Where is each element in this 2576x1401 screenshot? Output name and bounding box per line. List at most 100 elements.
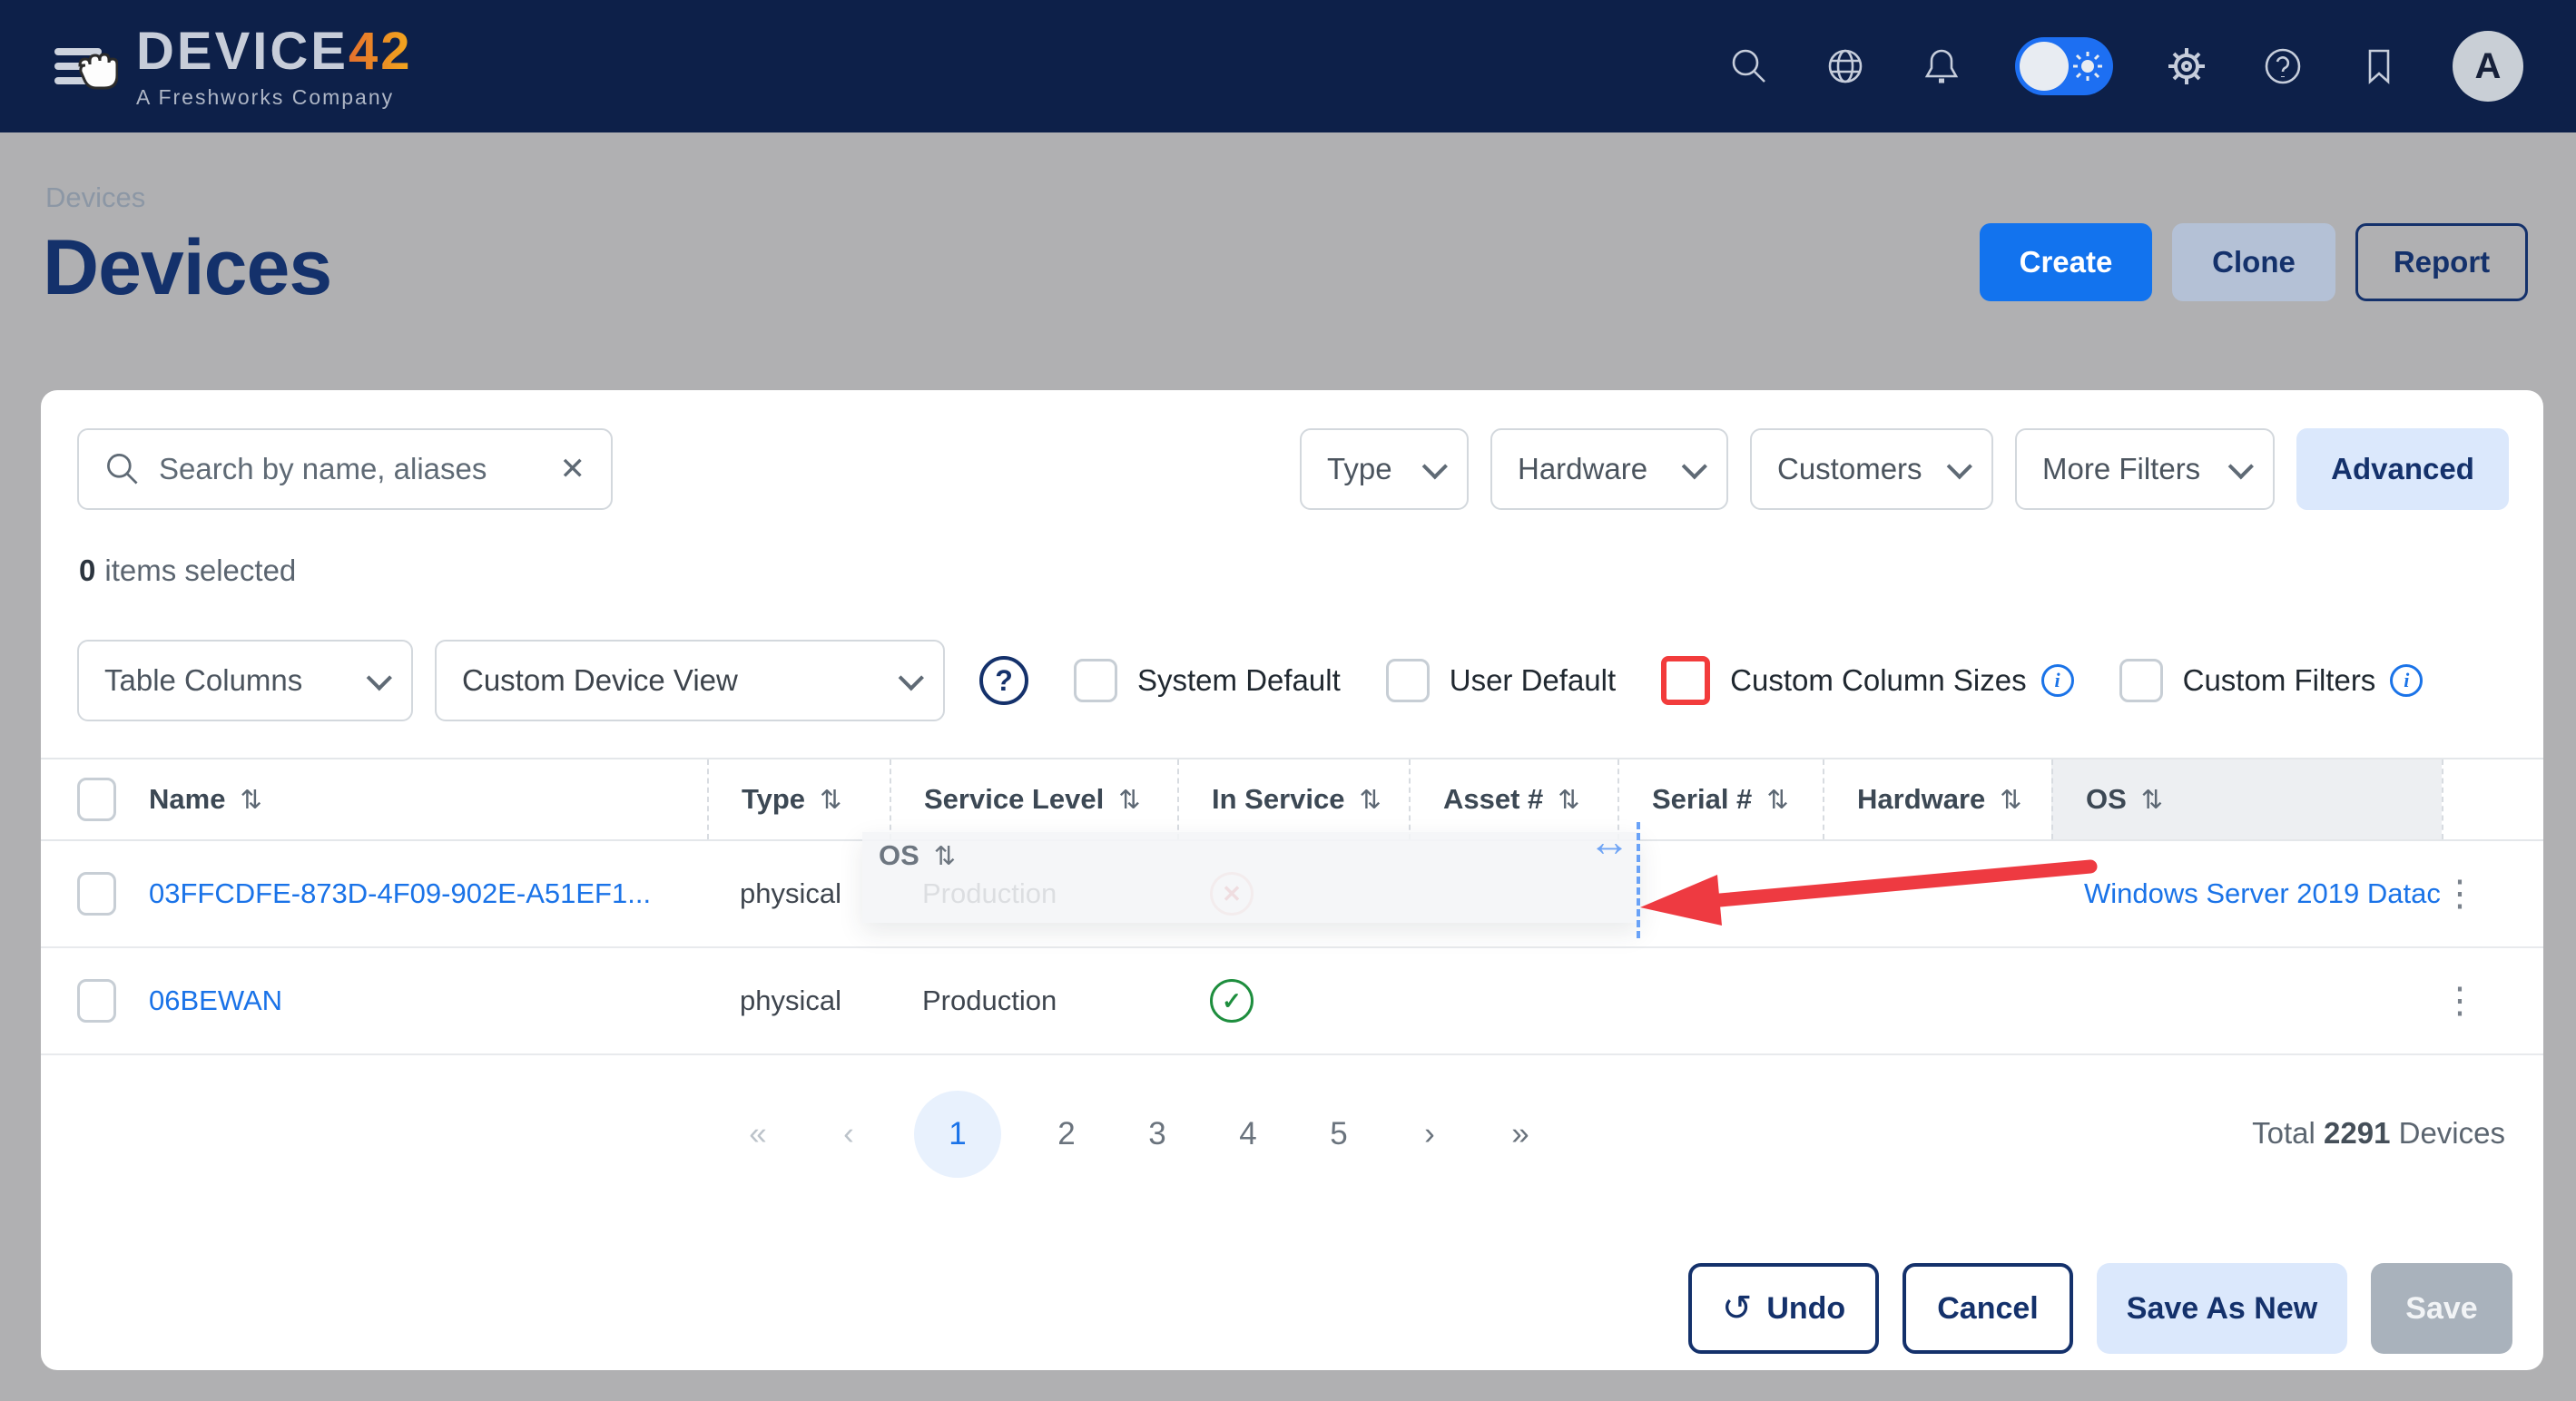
cell-os: [2051, 948, 2442, 1053]
user-default-checkbox[interactable]: [1386, 659, 1430, 702]
chevron-down-icon: [899, 665, 924, 691]
create-button[interactable]: Create: [1980, 223, 2152, 301]
logo-subtitle: A Freshworks Company: [136, 87, 412, 108]
undo-icon: ↺: [1722, 1288, 1753, 1329]
column-header-name[interactable]: Name⇅: [116, 759, 707, 839]
custom-filters-option[interactable]: Custom Filters i: [2119, 659, 2424, 702]
last-page-button[interactable]: »: [1495, 1091, 1546, 1178]
sort-icon[interactable]: ⇅: [2000, 784, 2021, 816]
save-as-new-button[interactable]: Save As New: [2097, 1263, 2347, 1354]
save-button[interactable]: Save: [2371, 1263, 2512, 1354]
page-button-4[interactable]: 4: [1223, 1091, 1273, 1178]
view-help-icon[interactable]: ?: [979, 656, 1028, 705]
cell-asset: [1409, 948, 1617, 1053]
sort-icon: ⇅: [934, 840, 956, 872]
column-header-serial[interactable]: Serial #⇅: [1617, 759, 1823, 839]
system-default-checkbox[interactable]: [1074, 659, 1117, 702]
cell-hardware: [1823, 841, 2051, 946]
user-avatar[interactable]: A: [2453, 31, 2523, 102]
page-button-5[interactable]: 5: [1313, 1091, 1364, 1178]
column-header-hardware[interactable]: Hardware⇅: [1823, 759, 2051, 839]
customers-filter-dropdown[interactable]: Customers: [1750, 428, 1993, 510]
breadcrumb[interactable]: Devices: [45, 181, 145, 214]
column-header-in-service[interactable]: In Service⇅: [1177, 759, 1409, 839]
total-count-value: 2291: [2324, 1116, 2390, 1150]
custom-column-sizes-option[interactable]: Custom Column Sizes i: [1661, 656, 2073, 705]
custom-filters-label: Custom Filters: [2183, 663, 2376, 698]
column-header-asset[interactable]: Asset #⇅: [1409, 759, 1617, 839]
column-drop-indicator: [1637, 822, 1640, 938]
table-columns-label: Table Columns: [104, 663, 302, 698]
next-page-button[interactable]: ›: [1404, 1091, 1455, 1178]
cell-serial: [1617, 841, 1823, 946]
row-actions-kebab-icon[interactable]: ⋮: [2442, 879, 2543, 908]
clear-search-icon[interactable]: ✕: [560, 451, 586, 487]
table-columns-dropdown[interactable]: Table Columns: [77, 640, 413, 721]
search-box: ✕: [77, 428, 613, 510]
cell-hardware: [1823, 948, 2051, 1053]
column-header-actions: [2442, 759, 2543, 839]
report-button[interactable]: Report: [2355, 223, 2528, 301]
clone-button[interactable]: Clone: [2172, 223, 2335, 301]
device-name-link[interactable]: 06BEWAN: [149, 985, 282, 1017]
device-name-link[interactable]: 03FFCDFE-873D-4F09-902E-A51EF1...: [149, 877, 651, 910]
globe-icon[interactable]: [1823, 44, 1868, 89]
settings-gear-icon[interactable]: [2164, 44, 2209, 89]
cancel-button[interactable]: Cancel: [1903, 1263, 2073, 1354]
first-page-button[interactable]: «: [732, 1091, 783, 1178]
column-header-os[interactable]: OS⇅: [2051, 759, 2442, 839]
page-button-1[interactable]: 1: [914, 1091, 1001, 1178]
info-icon[interactable]: i: [2041, 664, 2074, 697]
theme-toggle[interactable]: [2015, 37, 2113, 95]
undo-button[interactable]: ↺ Undo: [1688, 1263, 1879, 1354]
row-checkbox[interactable]: [77, 979, 116, 1023]
info-icon[interactable]: i: [2390, 664, 2423, 697]
prev-page-button[interactable]: ‹: [823, 1091, 874, 1178]
search-input[interactable]: [159, 452, 560, 486]
advanced-button[interactable]: Advanced: [2296, 428, 2509, 510]
selected-count-value: 0: [79, 554, 95, 587]
chevron-down-icon: [1422, 454, 1448, 479]
more-filters-dropdown[interactable]: More Filters: [2015, 428, 2275, 510]
type-filter-dropdown[interactable]: Type: [1300, 428, 1469, 510]
customers-filter-label: Customers: [1777, 452, 1922, 486]
row-checkbox[interactable]: [77, 872, 116, 916]
sort-icon[interactable]: ⇅: [1766, 784, 1788, 816]
custom-view-label: Custom Device View: [462, 663, 738, 698]
custom-device-view-dropdown[interactable]: Custom Device View: [435, 640, 945, 721]
notifications-bell-icon[interactable]: [1919, 44, 1964, 89]
page-button-2[interactable]: 2: [1041, 1091, 1092, 1178]
custom-column-sizes-checkbox[interactable]: [1661, 656, 1710, 705]
type-filter-label: Type: [1327, 452, 1392, 486]
devices-page: DEVICE42 A Freshworks Company: [0, 0, 2576, 1401]
table-row[interactable]: 06BEWAN physical Production ✓ ⋮: [41, 948, 2543, 1055]
column-header-service-level[interactable]: Service Level⇅: [890, 759, 1177, 839]
search-icon[interactable]: [1726, 44, 1772, 89]
sort-icon[interactable]: ⇅: [820, 784, 841, 816]
user-default-option[interactable]: User Default: [1386, 659, 1616, 702]
sort-icon[interactable]: ⇅: [1558, 784, 1579, 816]
in-service-icon: ✓: [1210, 979, 1254, 1023]
chevron-down-icon: [2228, 454, 2254, 479]
toggle-knob: [2020, 42, 2069, 91]
sort-icon[interactable]: ⇅: [2141, 784, 2163, 816]
hardware-filter-dropdown[interactable]: Hardware: [1490, 428, 1728, 510]
page-button-3[interactable]: 3: [1132, 1091, 1183, 1178]
bookmark-icon[interactable]: [2356, 44, 2402, 89]
column-drag-ghost[interactable]: OS⇅: [862, 832, 1639, 923]
sort-icon[interactable]: ⇅: [1359, 784, 1381, 816]
sort-icon[interactable]: ⇅: [240, 784, 261, 816]
device-os-link[interactable]: Windows Server 2019 Datac: [2084, 877, 2441, 910]
select-all-checkbox[interactable]: [77, 778, 116, 821]
system-default-label: System Default: [1137, 663, 1341, 698]
custom-filters-checkbox[interactable]: [2119, 659, 2163, 702]
row-actions-kebab-icon[interactable]: ⋮: [2442, 986, 2543, 1015]
table-header-row: Name⇅ Type⇅ Service Level⇅ In Service⇅ A…: [41, 758, 2543, 841]
system-default-option[interactable]: System Default: [1074, 659, 1341, 702]
sort-icon[interactable]: ⇅: [1118, 784, 1140, 816]
column-header-type[interactable]: Type⇅: [707, 759, 890, 839]
help-icon[interactable]: [2260, 44, 2306, 89]
grabbing-hand-cursor-icon: [69, 42, 118, 94]
user-default-label: User Default: [1450, 663, 1616, 698]
custom-column-sizes-label: Custom Column Sizes: [1730, 663, 2026, 698]
